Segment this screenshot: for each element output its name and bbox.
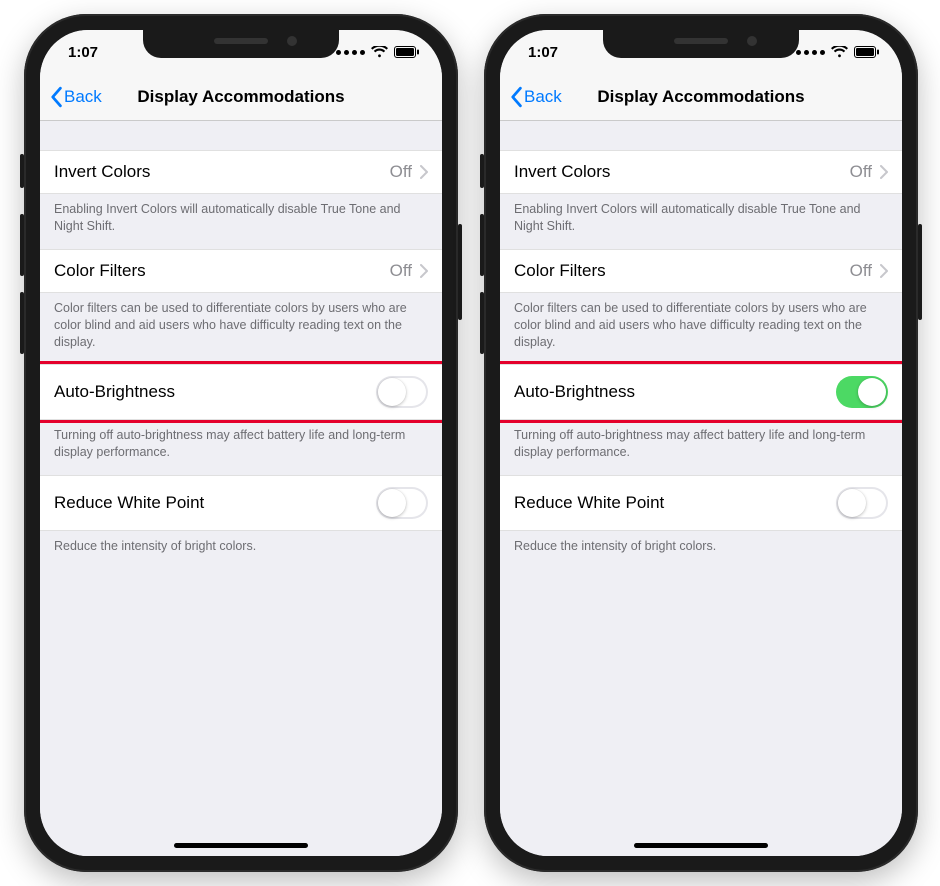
row-value: Off [850, 162, 872, 182]
row-footer: Color filters can be used to differentia… [40, 293, 442, 365]
status-icons [336, 46, 420, 58]
row-footer: Enabling Invert Colors will automaticall… [40, 194, 442, 249]
signal-icon [796, 50, 825, 55]
row-color-filters[interactable]: Color Filters Off [40, 249, 442, 293]
chevron-left-icon [508, 86, 524, 108]
notch [143, 30, 339, 58]
phone-frame-right: 1:07 Back Displ [484, 14, 918, 872]
row-footer: Turning off auto-brightness may affect b… [500, 420, 902, 475]
chevron-right-icon [880, 264, 888, 278]
status-time: 1:07 [528, 44, 558, 61]
status-time: 1:07 [68, 44, 98, 61]
auto-brightness-toggle[interactable] [376, 376, 428, 408]
side-button [918, 224, 922, 320]
screen: 1:07 Back Displ [40, 30, 442, 856]
side-button [480, 154, 484, 188]
row-label: Invert Colors [54, 162, 150, 182]
back-label: Back [64, 87, 102, 107]
row-footer: Reduce the intensity of bright colors. [40, 531, 442, 569]
side-button [480, 292, 484, 354]
row-label: Auto-Brightness [514, 382, 635, 402]
row-auto-brightness[interactable]: Auto-Brightness [40, 364, 442, 420]
status-icons [796, 46, 880, 58]
row-label: Color Filters [514, 261, 606, 281]
chevron-right-icon [420, 165, 428, 179]
row-value: Off [390, 261, 412, 281]
row-label: Auto-Brightness [54, 382, 175, 402]
row-invert-colors[interactable]: Invert Colors Off [500, 150, 902, 194]
row-color-filters[interactable]: Color Filters Off [500, 249, 902, 293]
home-indicator[interactable] [634, 843, 768, 848]
signal-icon [336, 50, 365, 55]
settings-list: Invert Colors Off Enabling Invert Colors… [40, 120, 442, 856]
row-value: Off [850, 261, 872, 281]
side-button [20, 214, 24, 276]
nav-bar: Back Display Accommodations [40, 74, 442, 121]
side-button [20, 154, 24, 188]
side-button [480, 214, 484, 276]
back-button[interactable]: Back [40, 86, 102, 108]
row-footer: Turning off auto-brightness may affect b… [40, 420, 442, 475]
nav-bar: Back Display Accommodations [500, 74, 902, 121]
screen: 1:07 Back Displ [500, 30, 902, 856]
chevron-right-icon [880, 165, 888, 179]
back-label: Back [524, 87, 562, 107]
row-reduce-white-point[interactable]: Reduce White Point [500, 475, 902, 531]
battery-icon [394, 46, 420, 58]
phone-frame-left: 1:07 Back Displ [24, 14, 458, 872]
auto-brightness-toggle[interactable] [836, 376, 888, 408]
row-invert-colors[interactable]: Invert Colors Off [40, 150, 442, 194]
home-indicator[interactable] [174, 843, 308, 848]
side-button [20, 292, 24, 354]
wifi-icon [371, 46, 388, 58]
chevron-right-icon [420, 264, 428, 278]
side-button [458, 224, 462, 320]
settings-list: Invert Colors Off Enabling Invert Colors… [500, 120, 902, 856]
battery-icon [854, 46, 880, 58]
wifi-icon [831, 46, 848, 58]
back-button[interactable]: Back [500, 86, 562, 108]
row-auto-brightness[interactable]: Auto-Brightness [500, 364, 902, 420]
reduce-white-point-toggle[interactable] [836, 487, 888, 519]
row-footer: Reduce the intensity of bright colors. [500, 531, 902, 569]
row-label: Reduce White Point [514, 493, 664, 513]
row-footer: Color filters can be used to differentia… [500, 293, 902, 365]
row-value: Off [390, 162, 412, 182]
reduce-white-point-toggle[interactable] [376, 487, 428, 519]
row-reduce-white-point[interactable]: Reduce White Point [40, 475, 442, 531]
chevron-left-icon [48, 86, 64, 108]
row-footer: Enabling Invert Colors will automaticall… [500, 194, 902, 249]
row-label: Color Filters [54, 261, 146, 281]
notch [603, 30, 799, 58]
row-label: Reduce White Point [54, 493, 204, 513]
row-label: Invert Colors [514, 162, 610, 182]
